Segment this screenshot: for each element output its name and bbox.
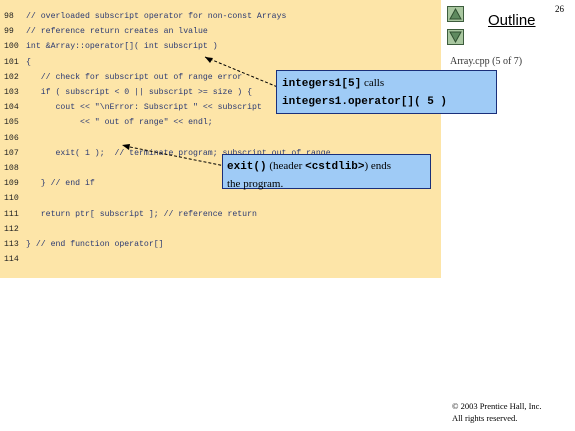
pointer-line-1: [204, 56, 281, 89]
callout-exit: exit() (header <cstdlib>) ends the progr…: [222, 154, 431, 190]
callout-operator-call: integers1[5] calls integers1.operator[](…: [276, 70, 497, 114]
callout-1-code-line2: integers1.operator[]( 5 ): [282, 96, 448, 108]
copyright-line-2: All rights reserved.: [452, 413, 518, 423]
callout-2-code-b: <cstdlib>: [305, 161, 365, 173]
callout-1-code: integers1[5]: [282, 78, 362, 90]
callout-1-text: calls: [361, 77, 385, 89]
callout-2-text-b: ) ends: [364, 160, 392, 172]
pointer-arrow-2: [122, 144, 130, 150]
callout-2-line2: the program.: [227, 178, 284, 190]
callout-pointers: [122, 56, 281, 167]
pointer-line-2: [124, 145, 226, 167]
callout-2-code: exit(): [227, 161, 267, 173]
copyright: © 2003 Prentice Hall, Inc. All rights re…: [452, 400, 542, 424]
copyright-line-1: © 2003 Prentice Hall, Inc.: [452, 401, 542, 411]
callout-2-text-a: (header: [266, 160, 306, 172]
